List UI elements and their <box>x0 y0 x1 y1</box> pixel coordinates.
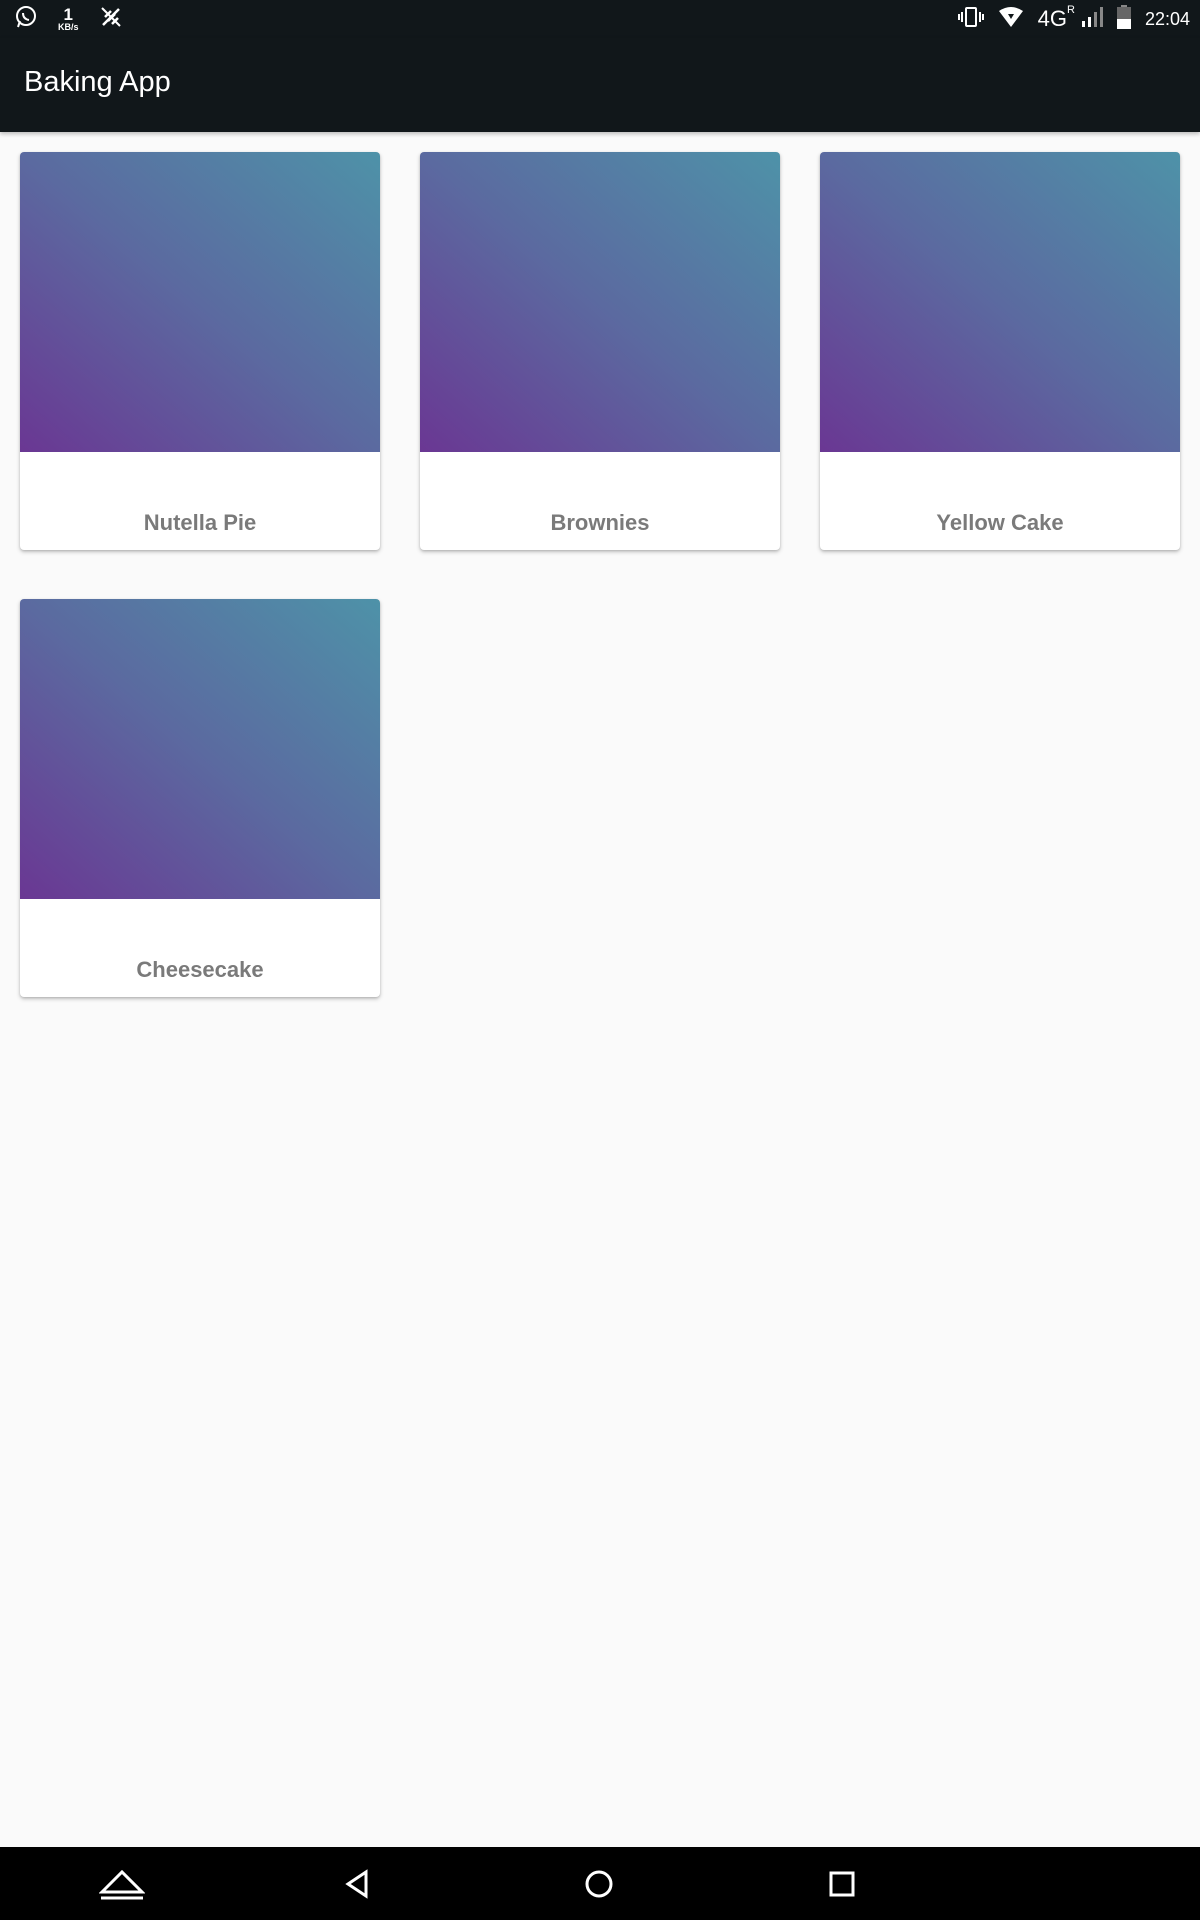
signal-off-icon <box>99 5 123 34</box>
recipe-image <box>20 599 380 899</box>
roaming-indicator: R <box>1067 4 1075 16</box>
data-speed-value: 1 <box>63 5 73 24</box>
recipe-name: Nutella Pie <box>143 510 257 535</box>
back-icon[interactable] <box>317 1847 397 1920</box>
network-type: 4G <box>1037 6 1067 31</box>
whatsapp-icon <box>14 5 38 34</box>
navigation-bar <box>0 1847 1200 1920</box>
4g-icon: 4G R <box>1037 4 1075 32</box>
wifi-icon <box>998 6 1024 33</box>
home-up-icon[interactable] <box>82 1847 162 1920</box>
recipe-card-nutella-pie[interactable]: Nutella Pie <box>20 152 380 550</box>
recipe-name: Yellow Cake <box>936 510 1064 535</box>
data-speed-unit: KB/s <box>58 22 79 32</box>
battery-icon <box>1116 4 1131 34</box>
recipe-image <box>820 152 1180 452</box>
recipe-card-cheesecake[interactable]: Cheesecake <box>20 599 380 997</box>
recipe-card-brownies[interactable]: Brownies <box>420 152 780 550</box>
status-time: 22:04 <box>1144 8 1190 29</box>
app-title: Baking App <box>24 66 171 98</box>
app-bar: Baking App <box>0 38 1200 132</box>
recipe-image <box>20 152 380 452</box>
recipe-name: Cheesecake <box>136 957 264 982</box>
status-bar: 1 KB/s 4G R 22:04 <box>0 0 1200 38</box>
cell-signal-icon <box>1081 6 1103 32</box>
home-icon[interactable] <box>559 1847 639 1920</box>
recipe-name: Brownies <box>550 510 650 535</box>
data-speed-indicator: 1 KB/s <box>58 6 79 32</box>
recipe-card-yellow-cake[interactable]: Yellow Cake <box>820 152 1180 550</box>
recents-icon[interactable] <box>802 1847 882 1920</box>
vibrate-icon <box>957 6 984 33</box>
recipe-image <box>420 152 780 452</box>
